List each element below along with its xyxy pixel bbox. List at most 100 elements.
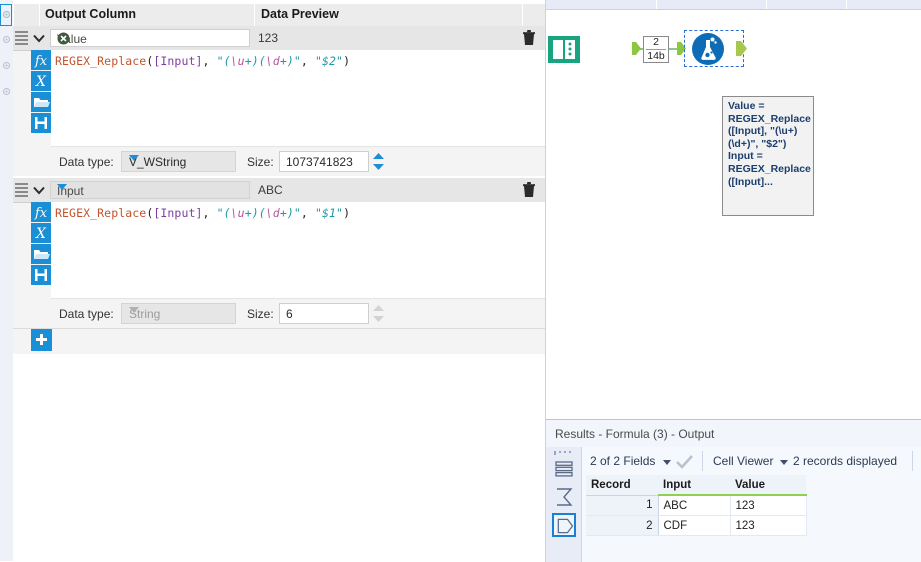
annotation-line-5: REGEX_Replace	[728, 162, 811, 175]
cell-input: CDF	[658, 515, 731, 536]
cell-record: 1	[586, 495, 659, 516]
fields-selector-label[interactable]: 2 of 2 Fields	[590, 454, 655, 468]
workflow-canvas-wrapper: 2 14b Value = REGEX_Replace ([Input], "(…	[545, 0, 921, 419]
expression-text-2: REGEX_Replace([Input], "(\u+)(\d+)", "$1…	[55, 206, 351, 220]
svg-text:fx: fx	[34, 54, 48, 69]
connection-record-box[interactable]: 2 14b	[643, 36, 669, 63]
formula-header-row-1: Value 123	[13, 26, 545, 51]
workflow-canvas[interactable]: 2 14b Value = REGEX_Replace ([Input], "(…	[546, 10, 921, 419]
results-grid[interactable]: Record Input Value 1 ABC 123 2 CDF 123	[586, 475, 921, 536]
size-stepper-1[interactable]	[369, 151, 388, 172]
variable-x-icon[interactable]: X	[31, 71, 51, 91]
results-main: 2 of 2 Fields Cell Viewer 2 records disp…	[582, 447, 921, 562]
left-edge-toolbar	[0, 0, 14, 561]
column-header-value[interactable]: Value	[730, 475, 806, 496]
column-header-data-preview: Data Preview	[261, 7, 339, 21]
formula-block-1: Value 123 fx X REGEX_Replace([Input], "(…	[13, 26, 545, 177]
column-header-record[interactable]: Record	[586, 475, 658, 496]
canvas-tab-strip[interactable]	[546, 0, 921, 10]
chevron-down-icon	[129, 155, 139, 161]
column-header-row: Output Column Data Preview	[13, 4, 545, 27]
annotation-line-4: Input =	[728, 150, 763, 163]
collapse-chevron-icon[interactable]	[31, 182, 47, 198]
chevron-down-icon[interactable]	[780, 460, 788, 465]
size-stepper-2[interactable]	[369, 303, 388, 324]
output-port-formula-tool[interactable]	[736, 41, 747, 56]
data-type-label-2: Data type:	[59, 307, 114, 321]
data-type-select-1[interactable]: V_WString	[121, 151, 236, 172]
config-panel-body: Output Column Data Preview Value 123 fx …	[13, 0, 545, 561]
results-toolbar-grip-icon[interactable]	[554, 451, 574, 455]
fx-icon[interactable]: fx	[31, 50, 51, 70]
plus-icon[interactable]	[31, 329, 52, 351]
size-label-1: Size:	[247, 155, 274, 169]
data-preview-value-1: 123	[258, 31, 279, 45]
expression-text-1: REGEX_Replace([Input], "(\u+)(\d+)", "$2…	[55, 54, 351, 68]
data-preview-value-2: ABC	[258, 183, 283, 197]
results-title: Results - Formula (3) - Output	[555, 427, 715, 441]
formula-header-row-2: Input ABC	[13, 178, 545, 203]
config-panel-empty-area	[13, 354, 545, 561]
cell-value: 123	[730, 515, 807, 536]
annotation-line-3: (\d+)", "$2")	[728, 137, 787, 150]
annotation-line-0: Value =	[728, 100, 765, 112]
output-anchor-icon[interactable]	[552, 513, 576, 537]
trash-icon[interactable]	[522, 30, 536, 46]
save-disk-icon[interactable]	[31, 265, 51, 285]
drag-handle-icon[interactable]	[15, 31, 28, 45]
open-folder-icon[interactable]	[31, 92, 51, 112]
size-value-2: 6	[286, 307, 293, 321]
size-input-1[interactable]: 1073741823	[279, 151, 369, 172]
svg-text:X: X	[35, 226, 47, 242]
formula-tool[interactable]	[691, 32, 725, 69]
results-side-toolbar	[546, 447, 582, 562]
table-row[interactable]: 1 ABC 123	[586, 495, 807, 516]
chevron-down-icon[interactable]	[663, 460, 671, 465]
drag-handle-icon[interactable]	[15, 183, 28, 197]
variable-x-icon[interactable]: X	[31, 223, 51, 243]
cell-viewer-label[interactable]: Cell Viewer	[713, 454, 773, 468]
connection-record-count: 2	[653, 36, 659, 48]
formula-block-2: Input ABC fx X REGEX_Replace([Input], "(…	[13, 178, 545, 329]
gear-icon[interactable]	[1, 86, 12, 97]
trash-icon[interactable]	[522, 182, 536, 198]
results-toolbar: 2 of 2 Fields Cell Viewer 2 records disp…	[582, 447, 921, 475]
chevron-down-icon	[129, 307, 139, 313]
results-title-bar[interactable]: Results - Formula (3) - Output	[546, 420, 921, 448]
size-label-2: Size:	[247, 307, 274, 321]
checkmark-icon[interactable]	[676, 455, 693, 473]
size-value-1: 1073741823	[286, 155, 353, 169]
output-column-select-2[interactable]: Input	[50, 181, 250, 199]
clear-circle-icon[interactable]	[57, 32, 70, 45]
annotation-line-1: REGEX_Replace	[728, 112, 811, 125]
svg-text:fx: fx	[34, 206, 48, 221]
size-input-2[interactable]: 6	[279, 303, 369, 324]
cell-input: ABC	[658, 495, 731, 516]
annotation-line-6: ([Input]...	[728, 175, 773, 188]
formula-tools-strip-2: fx X	[31, 202, 51, 286]
chevron-down-icon	[57, 184, 67, 190]
fx-icon[interactable]: fx	[31, 202, 51, 222]
sigma-messages-icon[interactable]	[552, 485, 576, 509]
cell-value: 123	[730, 495, 807, 516]
column-header-input[interactable]: Input	[658, 475, 730, 496]
formula-config-panel: Output Column Data Preview Value 123 fx …	[0, 0, 545, 561]
data-grid-icon[interactable]	[552, 457, 576, 481]
connection-record-size: 14b	[647, 50, 665, 62]
table-header-row: Record Input Value	[586, 475, 806, 496]
results-panel: Results - Formula (3) - Output 2 of 2 Fi…	[545, 419, 921, 562]
column-header-output-column: Output Column	[45, 7, 136, 21]
gear-icon[interactable]	[1, 9, 12, 20]
svg-text:X: X	[35, 74, 47, 90]
table-row[interactable]: 2 CDF 123	[586, 515, 807, 536]
open-folder-icon[interactable]	[31, 244, 51, 264]
collapse-chevron-icon[interactable]	[31, 30, 47, 46]
data-type-select-2[interactable]: String	[121, 303, 236, 324]
node-annotation-box[interactable]: Value = REGEX_Replace ([Input], "(\u+) (…	[722, 96, 814, 216]
add-formula-row	[13, 328, 545, 355]
output-column-input-1[interactable]: Value	[50, 29, 250, 47]
gear-icon[interactable]	[1, 60, 12, 71]
save-disk-icon[interactable]	[31, 113, 51, 133]
output-port-input-tool[interactable]	[632, 42, 641, 55]
gear-icon[interactable]	[1, 34, 12, 45]
